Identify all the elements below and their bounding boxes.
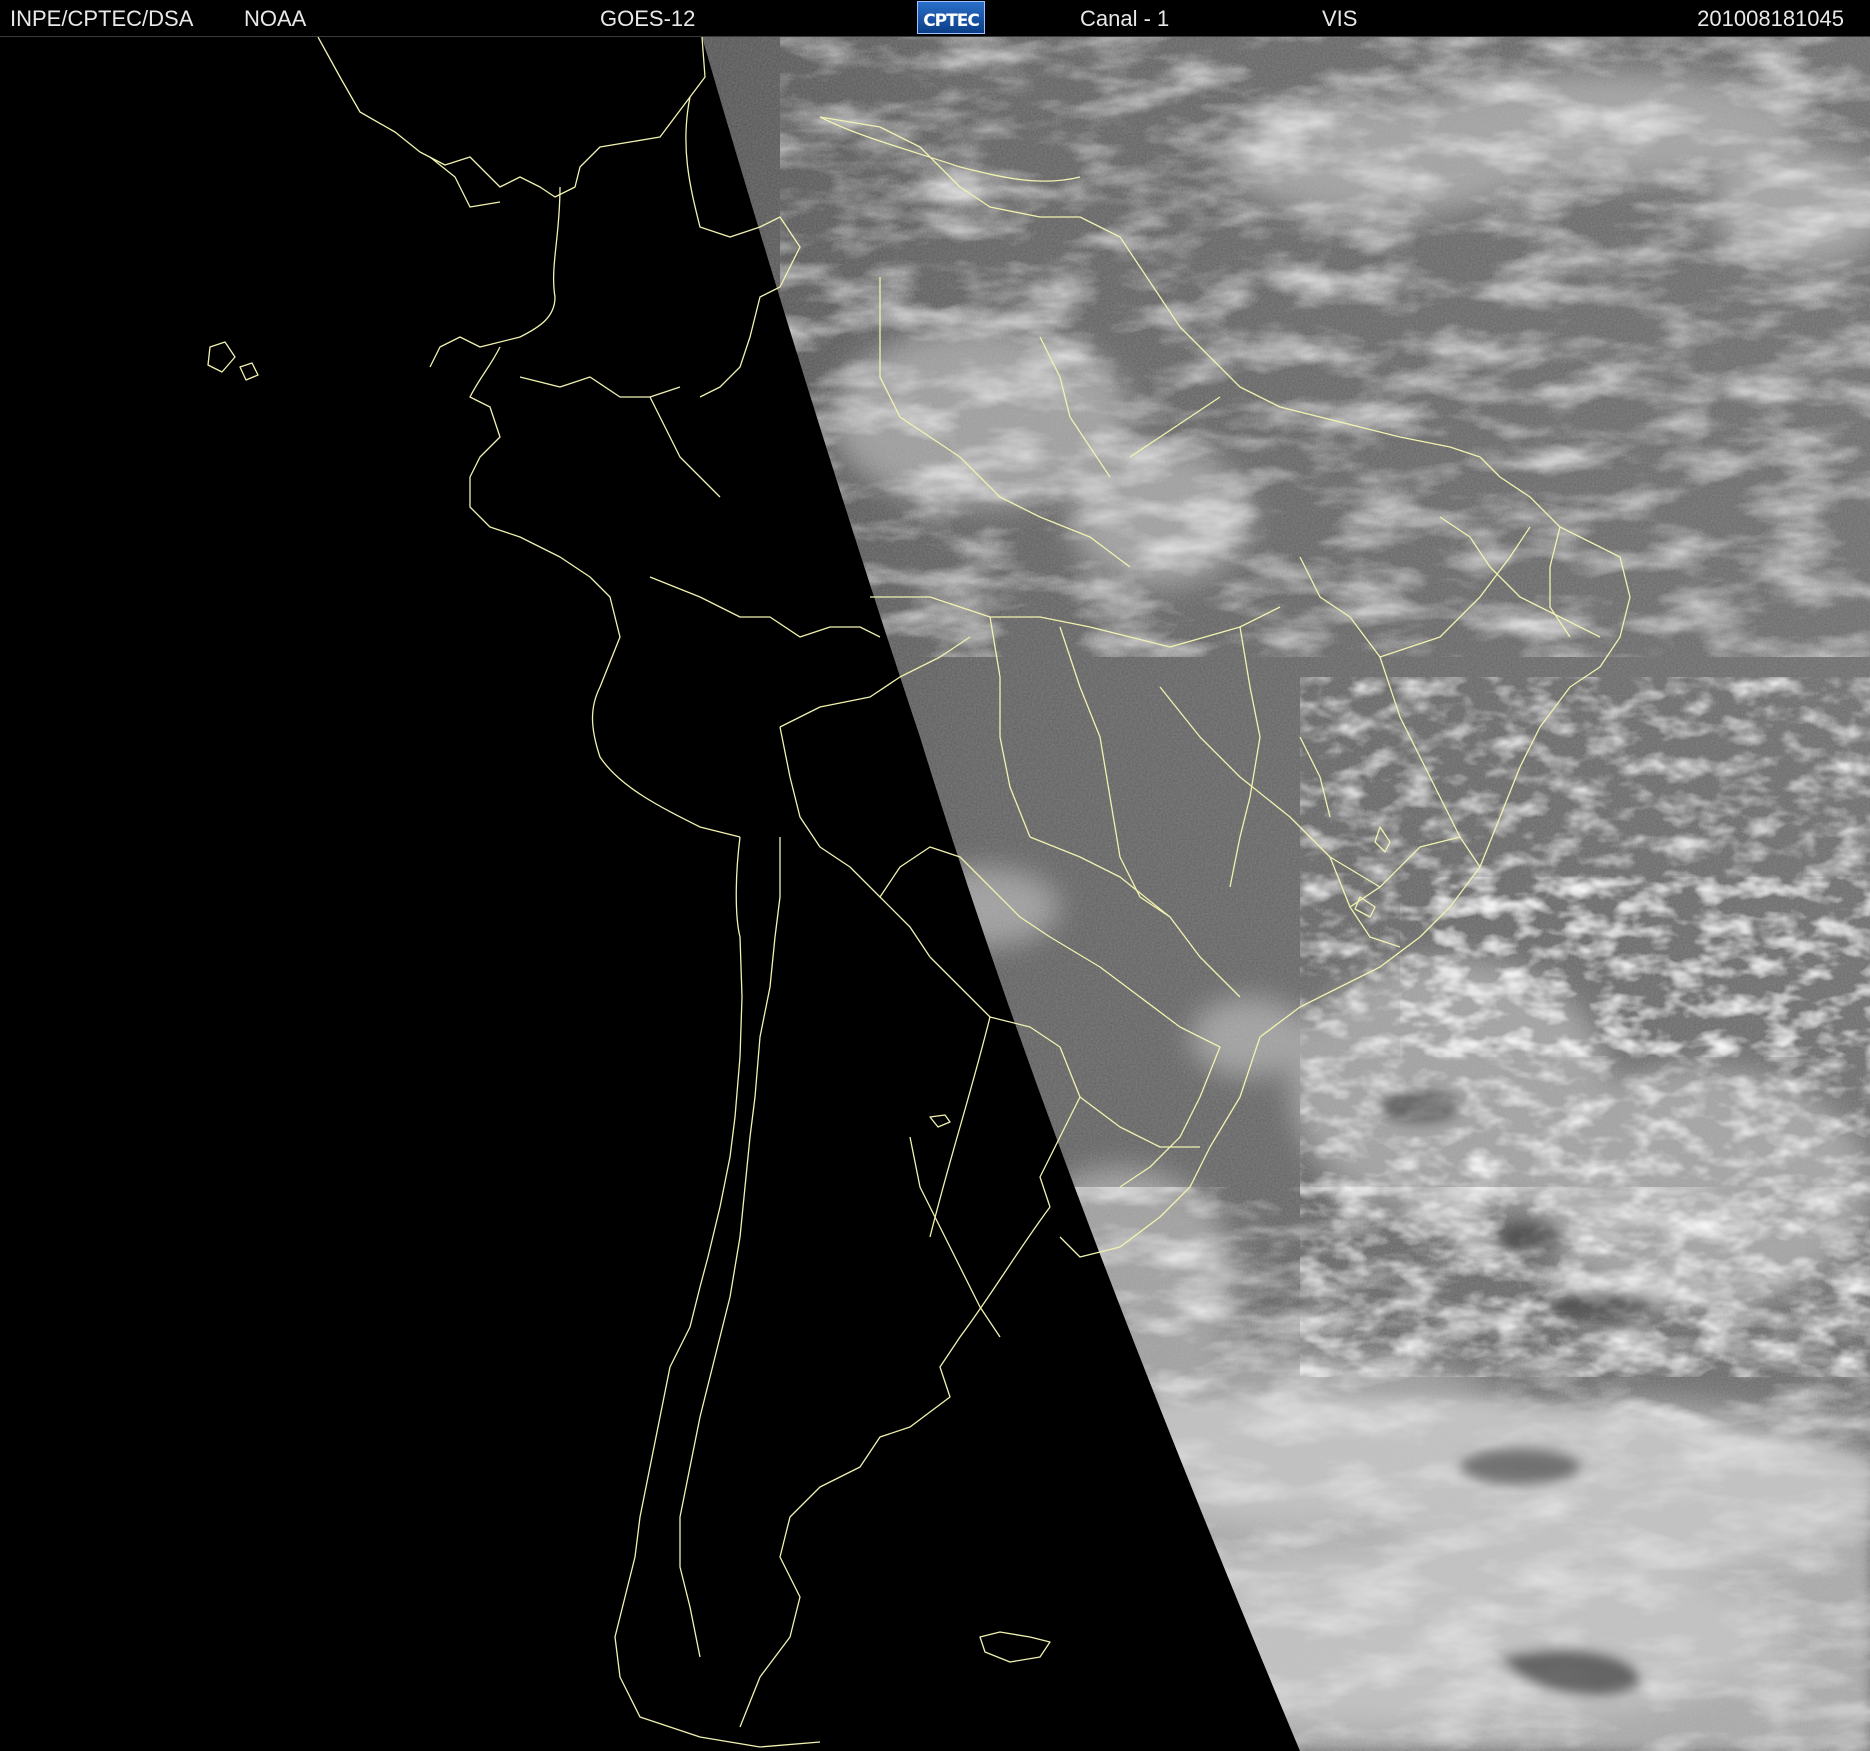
satellite-image <box>0 36 1870 1751</box>
image-header: INPE/CPTEC/DSA NOAA GOES-12 CPTEC Canal … <box>0 0 1870 36</box>
source-label: NOAA <box>244 6 307 31</box>
satellite-map <box>207 37 1870 1751</box>
satellite-label: GOES-12 <box>600 6 696 31</box>
organization-label: INPE/CPTEC/DSA <box>10 6 194 31</box>
day-side <box>702 37 1870 1751</box>
channel-label: Canal - 1 <box>1080 6 1170 31</box>
logo-text: CPTEC <box>923 11 980 31</box>
timestamp-label: 201008181045 <box>1697 6 1844 31</box>
band-label: VIS <box>1322 6 1358 31</box>
cptec-logo: CPTEC <box>917 1 985 34</box>
